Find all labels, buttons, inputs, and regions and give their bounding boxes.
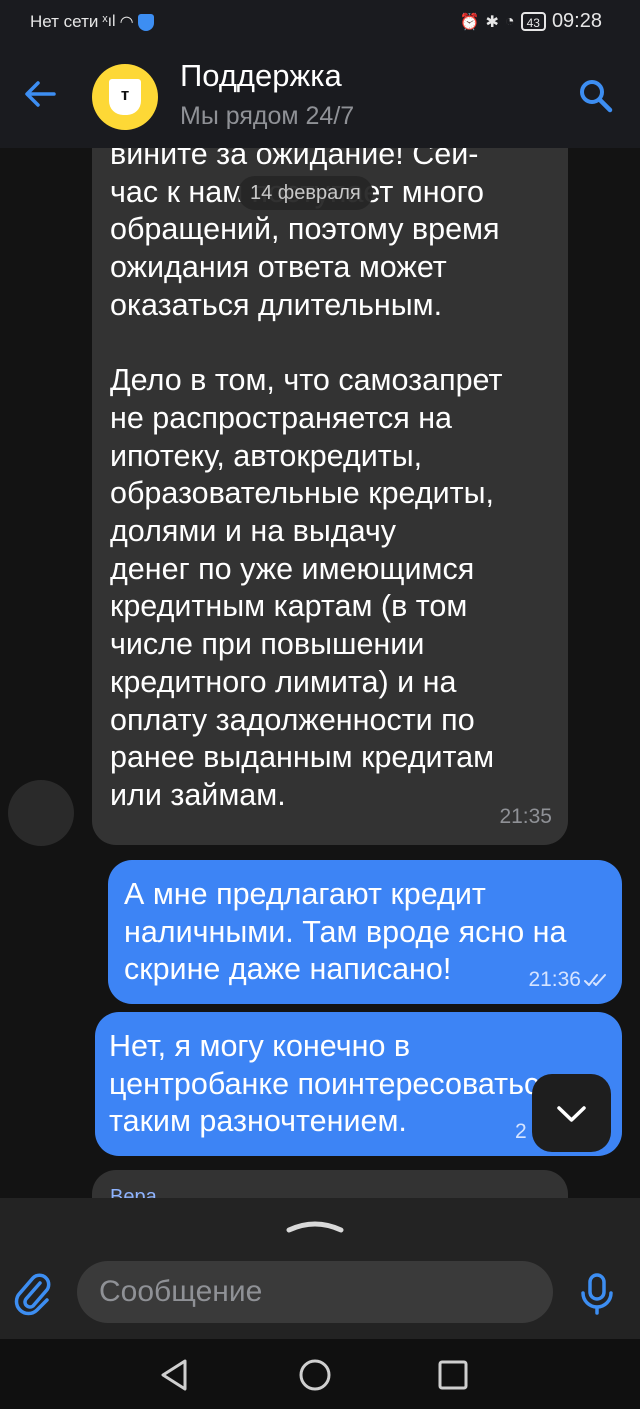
status-time: 09:28 [551, 10, 602, 32]
chat-header: т Поддержка Мы рядом 24/7 [0, 44, 640, 148]
scroll-to-bottom-button[interactable] [532, 1074, 611, 1152]
message-composer [0, 1198, 640, 1339]
sender-avatar[interactable] [8, 780, 74, 846]
vpn-shield-icon [137, 13, 154, 31]
support-avatar[interactable]: т [92, 64, 158, 130]
expand-panel-icon[interactable] [285, 1216, 345, 1236]
chat-subtitle: Мы рядом 24/7 [180, 102, 355, 130]
bluetooth-icon: ✱ [485, 13, 499, 31]
battery-icon: 43 [520, 12, 546, 31]
microphone-icon[interactable] [578, 1272, 616, 1316]
no-signal-icon: ˣıl [102, 13, 116, 30]
chat-area[interactable]: вините за ожидание! Сей- час к нам посту… [0, 148, 640, 1198]
nfc-icon: ◔ [504, 12, 515, 30]
wifi-icon: ◠ [119, 14, 134, 31]
date-chip: 14 февраля [238, 176, 373, 210]
incoming-message-time: 21:35 [499, 805, 552, 828]
chat-title[interactable]: Поддержка [180, 58, 342, 94]
outgoing-message-meta: 21:36 [528, 968, 608, 992]
incoming-message-text: вините за ожидание! Сей- час к нам посту… [110, 148, 503, 812]
double-check-icon [584, 974, 606, 986]
status-bar: Нет сети ˣıl ◠ ⏰ ✱ ◔ 43 09:28 [0, 0, 640, 44]
back-arrow-icon[interactable] [20, 74, 60, 114]
carrier-label: Нет сети [30, 12, 99, 31]
incoming-message-bubble[interactable]: Вера [92, 1170, 568, 1198]
search-icon[interactable] [576, 76, 616, 116]
outgoing-message-bubble[interactable]: А мне предлагают кредит наличными. Там в… [108, 860, 622, 1004]
sender-name: Вера [110, 1186, 157, 1198]
alarm-icon: ⏰ [459, 13, 480, 31]
nav-recents-icon[interactable] [433, 1355, 473, 1395]
message-input[interactable] [77, 1261, 553, 1323]
outgoing-message-time: 2 [515, 1120, 527, 1143]
nav-home-icon[interactable] [295, 1355, 335, 1395]
system-nav-bar [0, 1339, 640, 1409]
status-left: Нет сети ˣıl ◠ [30, 12, 154, 32]
nav-back-icon[interactable] [155, 1355, 195, 1395]
chevron-down-icon [557, 1106, 586, 1122]
incoming-message-bubble[interactable]: вините за ожидание! Сей- час к нам посту… [92, 148, 568, 845]
paperclip-icon[interactable] [14, 1273, 54, 1317]
bank-logo-icon: т [109, 79, 141, 115]
status-right: ⏰ ✱ ◔ 43 09:28 [460, 10, 602, 33]
outgoing-message-time: 21:36 [528, 968, 581, 991]
